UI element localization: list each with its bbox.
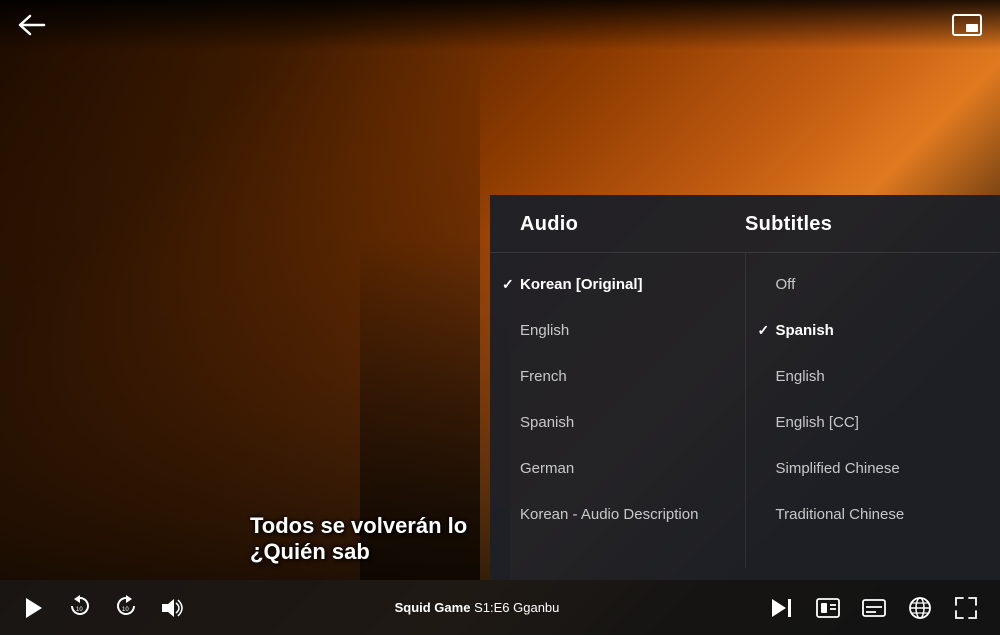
check-icon: ✓: [758, 322, 770, 339]
volume-button[interactable]: [156, 592, 188, 624]
scene-figure-right: [360, 150, 510, 580]
audio-item-french[interactable]: French: [490, 353, 745, 399]
bottom-controls-left: 10 10: [18, 592, 188, 624]
subtitle-item-label: English: [776, 368, 825, 385]
subtitle-item-english-cc[interactable]: English [CC]: [746, 399, 1000, 445]
replay-10-button[interactable]: 10: [64, 592, 96, 624]
subtitle-item-traditional-chinese[interactable]: Traditional Chinese: [746, 491, 1000, 537]
subtitle-item-label: Off: [776, 276, 796, 293]
audio-item-korean-original[interactable]: ✓ Korean [Original]: [490, 261, 745, 307]
audio-item-label: Korean [Original]: [520, 276, 643, 293]
audio-item-korean-ad[interactable]: Korean - Audio Description: [490, 491, 745, 537]
episodes-button[interactable]: [812, 592, 844, 624]
svg-text:10: 10: [76, 607, 83, 613]
subtitles-column: Off ✓ Spanish English English [CC] Simpl…: [746, 253, 1000, 568]
subtitle-item-off[interactable]: Off: [746, 261, 1000, 307]
play-button[interactable]: [18, 592, 50, 624]
next-episode-button[interactable]: [766, 592, 798, 624]
subtitle-item-label: Traditional Chinese: [776, 506, 905, 523]
svg-text:10: 10: [122, 607, 129, 613]
audio-item-spanish[interactable]: Spanish: [490, 399, 745, 445]
audio-item-english[interactable]: English: [490, 307, 745, 353]
back-button[interactable]: [18, 14, 46, 36]
check-icon: ✓: [502, 276, 514, 293]
subtitle-item-spanish[interactable]: ✓ Spanish: [746, 307, 1000, 353]
audio-column: ✓ Korean [Original] English French Spani…: [490, 253, 746, 568]
audio-item-label: Spanish: [520, 414, 574, 431]
audio-item-label: German: [520, 460, 574, 477]
pip-button[interactable]: [952, 14, 982, 36]
subtitle-item-label: English [CC]: [776, 414, 859, 431]
forward-10-button[interactable]: 10: [110, 592, 142, 624]
subtitle-item-label: Spanish: [776, 322, 834, 339]
audio-header: Audio: [520, 213, 745, 236]
subtitles-header: Subtitles: [745, 213, 970, 236]
top-bar: [0, 0, 1000, 50]
audio-button[interactable]: [904, 592, 936, 624]
subtitle-item-simplified-chinese[interactable]: Simplified Chinese: [746, 445, 1000, 491]
audio-item-german[interactable]: German: [490, 445, 745, 491]
show-info: Squid Game S1:E6 Gganbu: [188, 600, 766, 615]
audio-subtitles-panel: Audio Subtitles ✓ Korean [Original] Engl…: [490, 195, 1000, 580]
panel-header: Audio Subtitles: [490, 195, 1000, 253]
episode-title: Gganbu: [513, 600, 559, 615]
audio-item-label: French: [520, 368, 567, 385]
fullscreen-button[interactable]: [950, 592, 982, 624]
show-title: Squid Game: [395, 600, 471, 615]
subtitle-item-label: Simplified Chinese: [776, 460, 900, 477]
bottom-bar: 10 10 Squid Game S1:E6 Gganbu: [0, 580, 1000, 635]
bottom-controls-right: [766, 592, 982, 624]
panel-body: ✓ Korean [Original] English French Spani…: [490, 253, 1000, 578]
episode-season: S1:E6: [474, 600, 509, 615]
subtitle-item-english[interactable]: English: [746, 353, 1000, 399]
subtitles-button[interactable]: [858, 592, 890, 624]
audio-item-label: English: [520, 322, 569, 339]
audio-item-label: Korean - Audio Description: [520, 506, 698, 523]
